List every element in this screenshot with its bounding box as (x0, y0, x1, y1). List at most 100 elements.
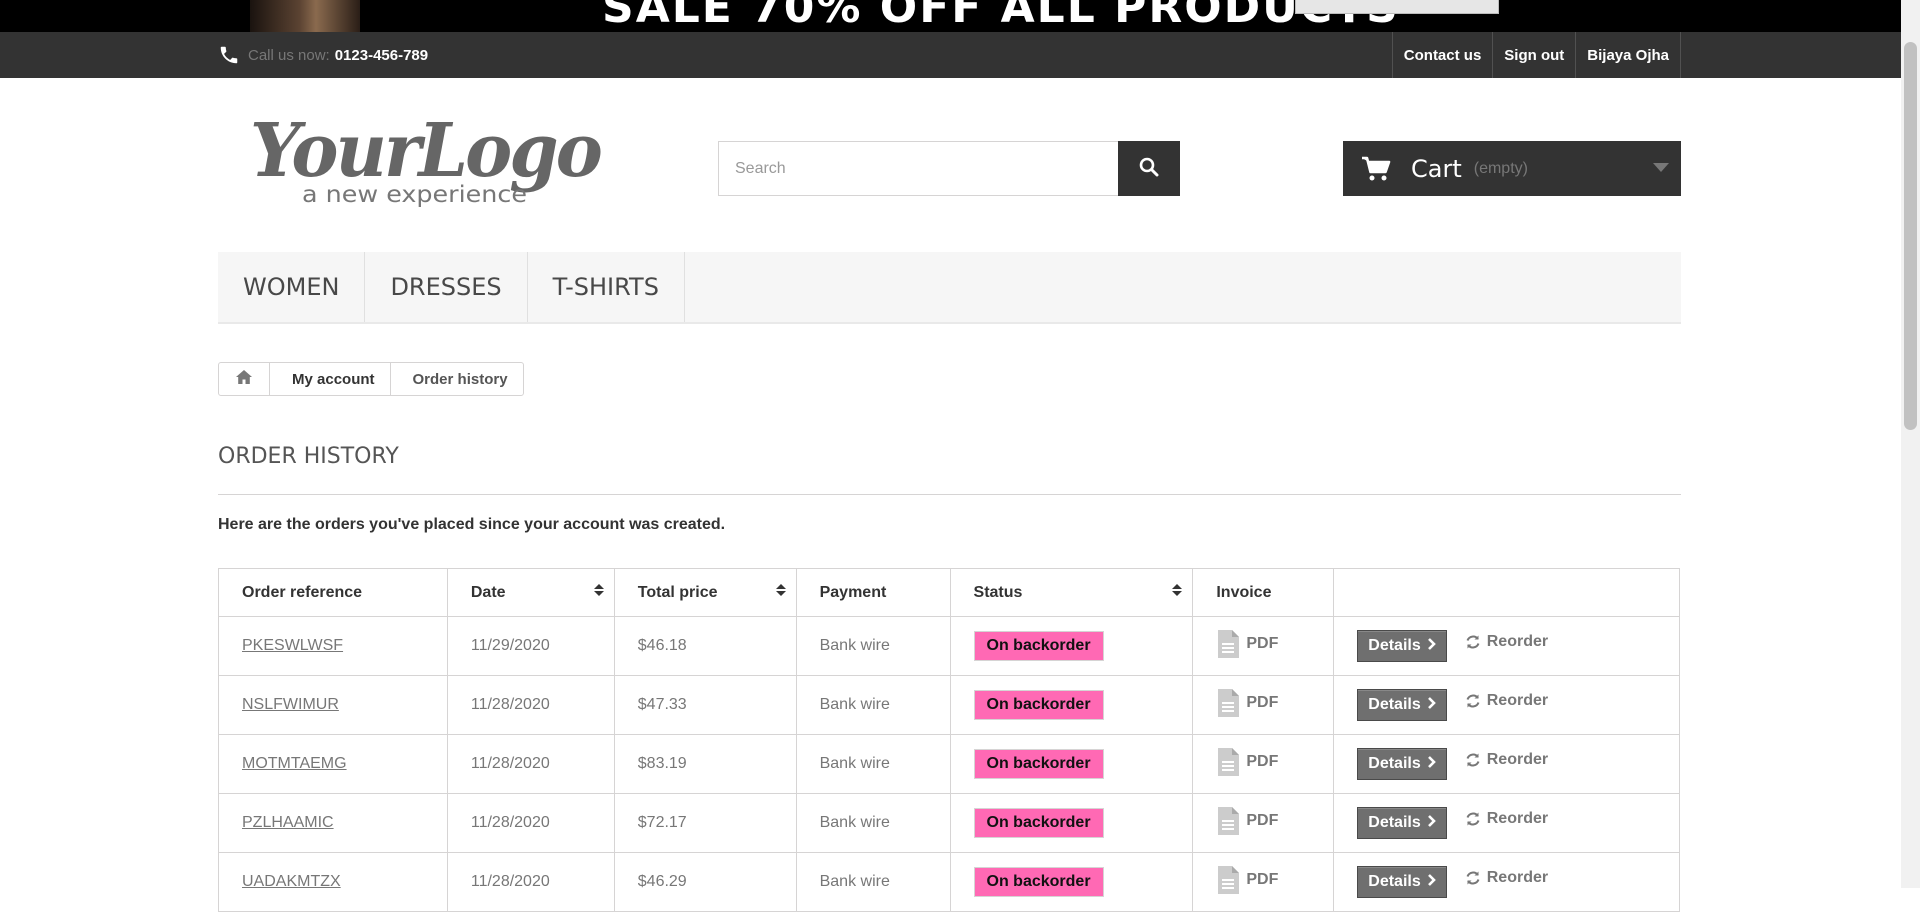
reorder-link[interactable]: Reorder (1465, 810, 1548, 828)
cell-order-reference: NSLFWIMUR (218, 675, 448, 735)
invoice-pdf-link[interactable]: PDF (1216, 806, 1278, 836)
file-icon (1216, 629, 1240, 659)
chevron-right-icon (1427, 755, 1436, 773)
cell-status: On backorder (949, 852, 1194, 912)
order-reference-link[interactable]: MOTMTAEMG (242, 755, 347, 772)
cell-invoice: PDF (1192, 734, 1335, 794)
details-button[interactable]: Details (1357, 807, 1447, 839)
refresh-icon (1465, 870, 1481, 886)
table-row: PKESWLWSF 11/29/2020 $46.18 Bank wire On… (218, 616, 1680, 676)
home-icon (235, 369, 253, 389)
reorder-link[interactable]: Reorder (1465, 869, 1548, 887)
chevron-right-icon (1427, 873, 1436, 891)
status-badge: On backorder (973, 749, 1104, 779)
file-icon (1216, 806, 1240, 836)
search-button[interactable] (1118, 141, 1180, 196)
order-reference-link[interactable]: PKESWLWSF (242, 637, 343, 654)
refresh-icon (1465, 634, 1481, 650)
breadcrumb-home[interactable] (219, 363, 270, 395)
cell-date: 11/28/2020 (446, 734, 615, 794)
sort-icon (775, 583, 786, 596)
chevron-right-icon (1427, 696, 1436, 714)
cell-invoice: PDF (1192, 793, 1335, 853)
invoice-pdf-link[interactable]: PDF (1216, 629, 1278, 659)
reorder-link[interactable]: Reorder (1465, 692, 1548, 710)
scrollbar-thumb[interactable] (1904, 42, 1917, 430)
cell-status: On backorder (949, 675, 1194, 735)
breadcrumb: My account Order history (218, 362, 524, 396)
cell-total-price: $72.17 (613, 793, 797, 853)
cell-total-price: $46.18 (613, 616, 797, 676)
order-history-table: Order reference Date Total price Payment… (218, 568, 1680, 912)
invoice-pdf-link[interactable]: PDF (1216, 865, 1278, 895)
file-icon (1216, 865, 1240, 895)
header-payment: Payment (795, 568, 951, 617)
reorder-link[interactable]: Reorder (1465, 751, 1548, 769)
cell-payment: Bank wire (795, 616, 951, 676)
cart-icon (1361, 156, 1391, 182)
details-button[interactable]: Details (1357, 866, 1447, 898)
header-status[interactable]: Status (949, 568, 1194, 617)
top-nav-bar: Call us now: 0123-456-789 Contact us Sig… (0, 32, 1901, 78)
banner-model-image (250, 0, 360, 32)
banner-shop-button[interactable] (1295, 0, 1499, 14)
status-badge: On backorder (973, 867, 1104, 897)
status-badge: On backorder (973, 631, 1104, 661)
cell-status: On backorder (949, 793, 1194, 853)
cell-payment: Bank wire (795, 852, 951, 912)
chevron-right-icon (1427, 814, 1436, 832)
reorder-link[interactable]: Reorder (1465, 633, 1548, 651)
cell-actions: Details Reorder (1333, 616, 1680, 676)
sort-icon (593, 583, 604, 596)
invoice-pdf-link[interactable]: PDF (1216, 688, 1278, 718)
search-input[interactable] (718, 141, 1118, 196)
cell-date: 11/29/2020 (446, 616, 615, 676)
refresh-icon (1465, 693, 1481, 709)
banner-text: SALE 70% OFF ALL PRODUCTS (602, 0, 1400, 32)
page-title: ORDER HISTORY (218, 444, 399, 469)
cell-actions: Details Reorder (1333, 734, 1680, 794)
header-invoice: Invoice (1192, 568, 1335, 617)
header-actions (1333, 568, 1680, 617)
cell-order-reference: MOTMTAEMG (218, 734, 448, 794)
page-scrollbar[interactable] (1901, 0, 1920, 888)
table-row: MOTMTAEMG 11/28/2020 $83.19 Bank wire On… (218, 734, 1680, 794)
menu-item-women[interactable]: WOMEN (218, 252, 366, 322)
table-row: NSLFWIMUR 11/28/2020 $47.33 Bank wire On… (218, 675, 1680, 735)
cell-payment: Bank wire (795, 793, 951, 853)
call-us: Call us now: 0123-456-789 (218, 32, 428, 78)
cell-order-reference: UADAKMTZX (218, 852, 448, 912)
menu-item-tshirts[interactable]: T-SHIRTS (528, 252, 685, 322)
sort-icon (1172, 583, 1183, 596)
table-row: UADAKMTZX 11/28/2020 $46.29 Bank wire On… (218, 852, 1680, 912)
contact-us-link[interactable]: Contact us (1393, 32, 1494, 78)
chevron-down-icon (1653, 163, 1669, 172)
cell-status: On backorder (949, 734, 1194, 794)
page-intro: Here are the orders you've placed since … (218, 516, 726, 533)
refresh-icon (1465, 811, 1481, 827)
cell-actions: Details Reorder (1333, 852, 1680, 912)
order-reference-link[interactable]: UADAKMTZX (242, 873, 341, 890)
breadcrumb-my-account[interactable]: My account (270, 363, 391, 395)
header-total-price[interactable]: Total price (613, 568, 797, 617)
header-date[interactable]: Date (446, 568, 615, 617)
details-button[interactable]: Details (1357, 689, 1447, 721)
title-divider (218, 494, 1681, 495)
order-reference-link[interactable]: PZLHAAMIC (242, 814, 334, 831)
search-icon (1139, 157, 1159, 180)
menu-item-dresses[interactable]: DRESSES (365, 252, 528, 322)
refresh-icon (1465, 752, 1481, 768)
cell-order-reference: PZLHAAMIC (218, 793, 448, 853)
promo-banner[interactable]: SALE 70% OFF ALL PRODUCTS (0, 0, 1901, 32)
account-name-link[interactable]: Bijaya Ojha (1576, 32, 1681, 78)
details-button[interactable]: Details (1357, 748, 1447, 780)
cell-total-price: $46.29 (613, 852, 797, 912)
site-logo[interactable]: YourLogo a new experience (250, 104, 610, 214)
cart-button[interactable]: Cart (empty) (1343, 141, 1681, 196)
sign-out-link[interactable]: Sign out (1493, 32, 1577, 78)
invoice-pdf-link[interactable]: PDF (1216, 747, 1278, 777)
order-reference-link[interactable]: NSLFWIMUR (242, 696, 339, 713)
table-header-row: Order reference Date Total price Payment… (218, 568, 1680, 617)
svg-text:a new experience: a new experience (302, 182, 527, 208)
details-button[interactable]: Details (1357, 630, 1447, 662)
